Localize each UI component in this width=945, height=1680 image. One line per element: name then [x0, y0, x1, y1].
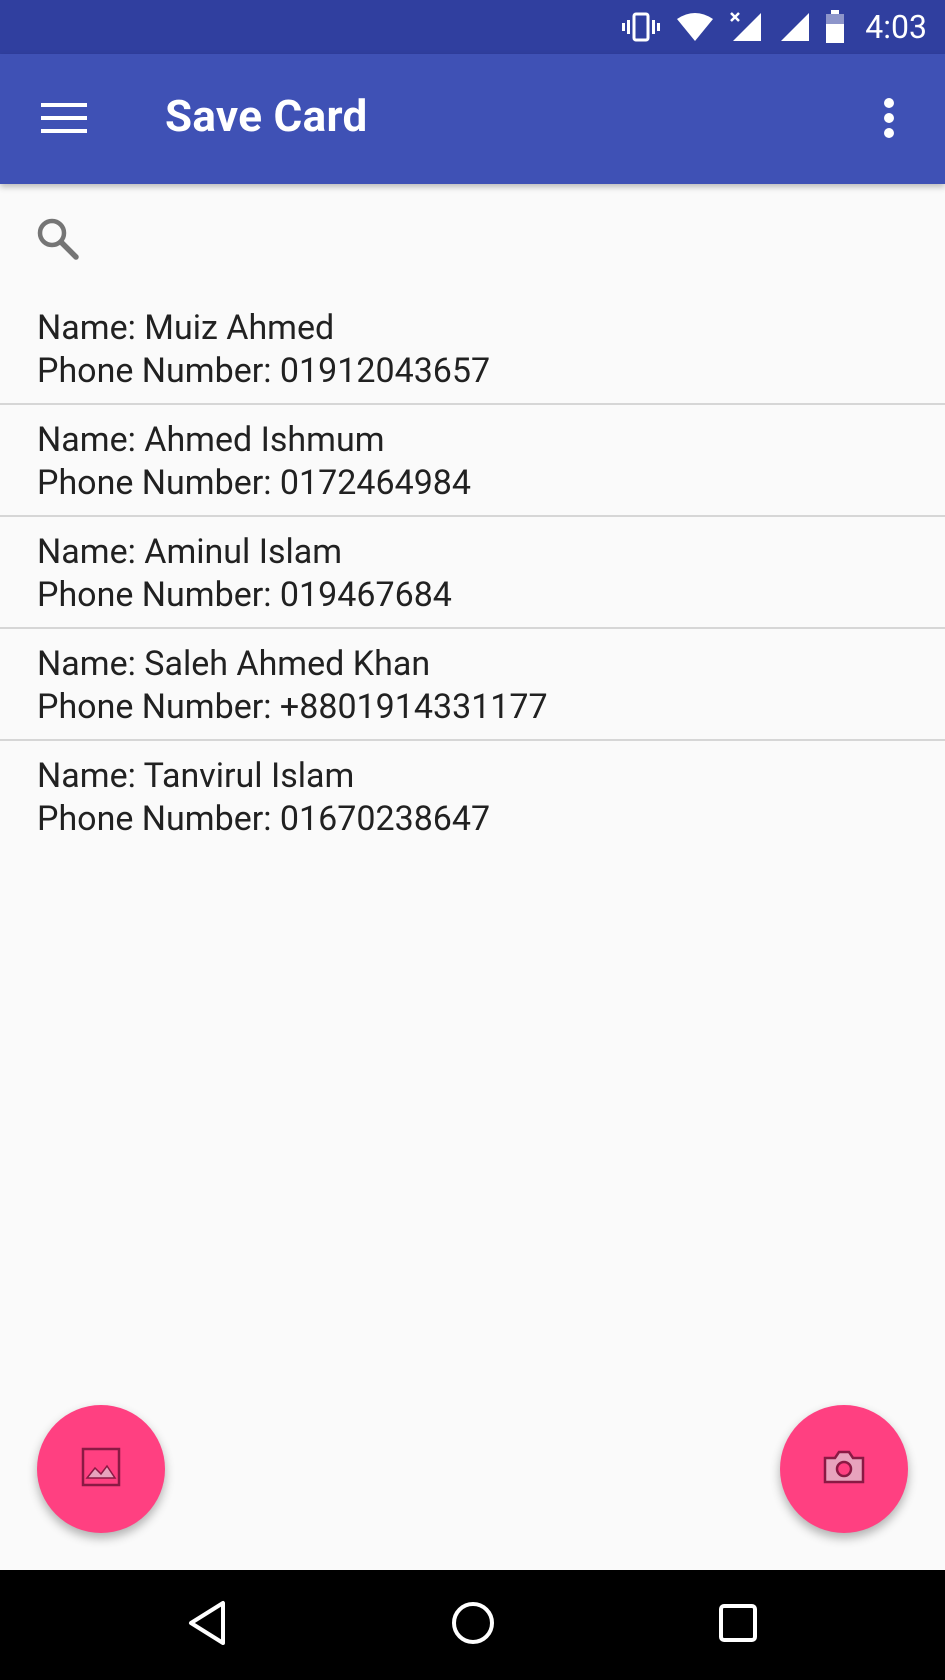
hamburger-menu-icon — [41, 101, 87, 139]
page-title: Save Card — [165, 90, 368, 142]
contact-item[interactable]: Name: Ahmed Ishmum Phone Number: 0172464… — [0, 405, 945, 517]
contact-item[interactable]: Name: Muiz Ahmed Phone Number: 019120436… — [0, 293, 945, 405]
search-button[interactable] — [28, 211, 86, 269]
camera-icon — [821, 1448, 867, 1490]
menu-button[interactable] — [28, 84, 100, 156]
signal-icon — [777, 11, 811, 43]
contact-name: Name: Ahmed Ishmum — [37, 420, 385, 460]
camera-fab-button[interactable] — [780, 1405, 908, 1533]
home-icon — [450, 1600, 496, 1650]
contact-name: Name: Saleh Ahmed Khan — [37, 644, 431, 684]
status-time: 4:03 — [865, 8, 927, 46]
contact-name: Name: Aminul Islam — [37, 532, 343, 572]
contact-item[interactable]: Name: Tanvirul Islam Phone Number: 01670… — [0, 741, 945, 853]
navigation-bar — [0, 1570, 945, 1680]
signal-no-data-icon — [729, 11, 763, 43]
contact-name: Name: Tanvirul Islam — [37, 756, 355, 796]
overflow-menu-button[interactable] — [857, 84, 921, 156]
back-button[interactable] — [174, 1592, 240, 1658]
search-bar — [0, 205, 945, 275]
search-icon — [35, 216, 79, 264]
contact-phone: Phone Number: 01670238647 — [37, 799, 491, 839]
contact-phone: Phone Number: +8801914331177 — [37, 687, 548, 727]
contact-phone: Phone Number: 01912043657 — [37, 351, 491, 391]
app-bar: Save Card — [0, 54, 945, 184]
image-icon — [80, 1446, 122, 1492]
vibrate-icon — [621, 12, 661, 42]
recents-icon — [718, 1603, 758, 1647]
gallery-fab-button[interactable] — [37, 1405, 165, 1533]
recents-button[interactable] — [705, 1592, 771, 1658]
contact-phone: Phone Number: 019467684 — [37, 575, 452, 615]
battery-icon — [825, 10, 845, 44]
status-bar: 4:03 — [0, 0, 945, 54]
wifi-icon — [675, 11, 715, 43]
home-button[interactable] — [440, 1592, 506, 1658]
contact-list: Name: Muiz Ahmed Phone Number: 019120436… — [0, 293, 945, 853]
contact-name: Name: Muiz Ahmed — [37, 308, 335, 348]
back-icon — [185, 1599, 229, 1651]
contact-item[interactable]: Name: Saleh Ahmed Khan Phone Number: +88… — [0, 629, 945, 741]
contact-item[interactable]: Name: Aminul Islam Phone Number: 0194676… — [0, 517, 945, 629]
contact-phone: Phone Number: 0172464984 — [37, 463, 472, 503]
more-vert-icon — [883, 98, 895, 142]
